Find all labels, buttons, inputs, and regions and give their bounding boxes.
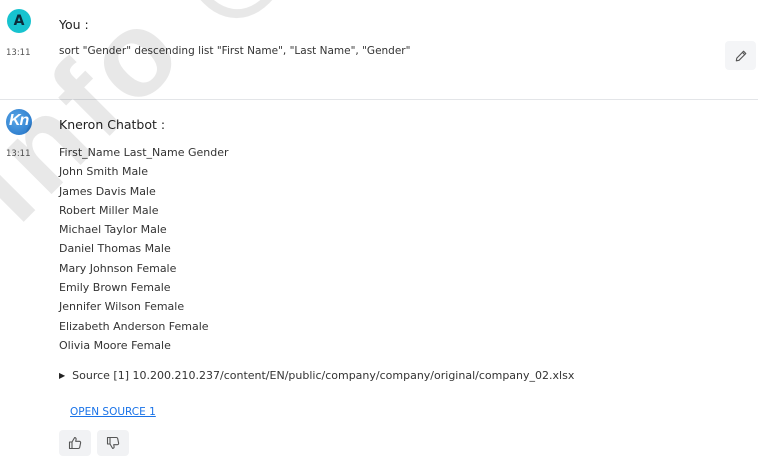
bot-response-line: Emily Brown Female <box>59 281 171 295</box>
bot-response-line: James Davis Male <box>59 184 156 198</box>
message-divider <box>0 99 758 100</box>
user-message-text: sort "Gender" descending list "First Nam… <box>59 45 411 57</box>
thumb-up-button[interactable] <box>59 430 91 456</box>
bot-avatar: Kn <box>6 109 32 135</box>
bot-message-time: 13:11 <box>6 149 31 159</box>
bot-response-line: First_Name Last_Name Gender <box>59 146 229 159</box>
user-message: A You : 13:11 sort "Gender" descending l… <box>0 0 758 100</box>
bot-response-lines: First_Name Last_Name Gender John Smith M… <box>59 143 229 355</box>
open-source-link[interactable]: OPEN SOURCE 1 <box>70 406 156 418</box>
thumb-down-button[interactable] <box>97 430 129 456</box>
bot-response-line: Mary Johnson Female <box>59 261 177 275</box>
chat-page: A You : 13:11 sort "Gender" descending l… <box>0 0 758 457</box>
edit-message-button[interactable] <box>725 41 756 70</box>
source-disclosure[interactable]: ▶ Source [1] 10.200.210.237/content/EN/p… <box>59 369 574 382</box>
bot-avatar-text: Kn <box>9 112 29 129</box>
bot-response-line: Jennifer Wilson Female <box>59 300 185 314</box>
bot-response-line: Michael Taylor Male <box>59 223 167 237</box>
user-sender-name: You : <box>59 17 89 32</box>
thumb-up-icon <box>68 437 82 450</box>
bot-response-line: Daniel Thomas Male <box>59 242 171 256</box>
source-text: Source [1] 10.200.210.237/content/EN/pub… <box>72 369 575 382</box>
bot-response-line: Olivia Moore Female <box>59 338 171 352</box>
thumb-down-icon <box>106 436 120 449</box>
bot-response-line: Elizabeth Anderson Female <box>59 319 209 333</box>
bot-response-line: John Smith Male <box>59 165 149 179</box>
pencil-icon <box>735 50 746 61</box>
triangle-right-icon: ▶ <box>59 371 66 380</box>
bot-sender-name: Kneron Chatbot : <box>59 117 166 132</box>
user-avatar: A <box>7 9 31 33</box>
user-message-time: 13:11 <box>6 48 31 58</box>
bot-response-line: Robert Miller Male <box>59 203 159 217</box>
